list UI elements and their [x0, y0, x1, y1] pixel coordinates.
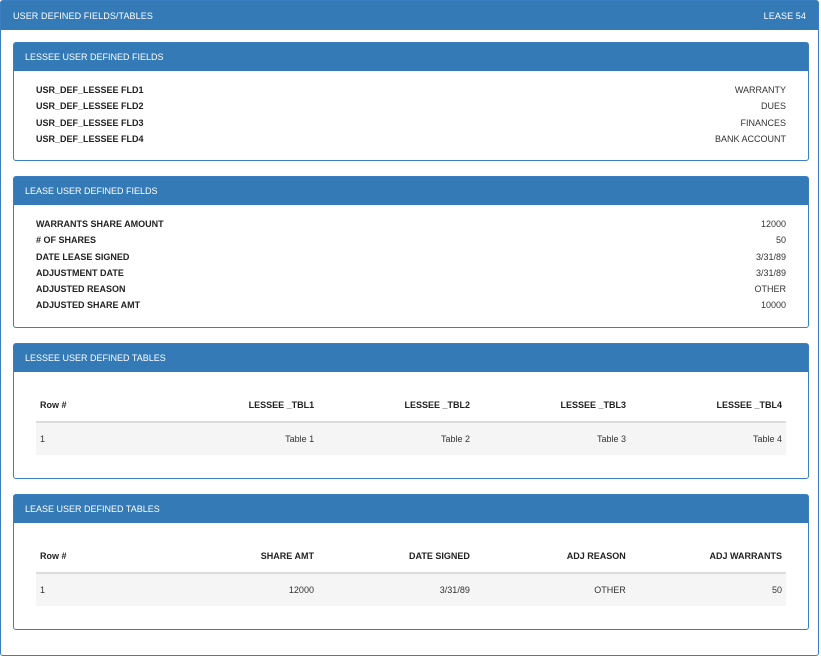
field-label: # OF SHARES: [36, 235, 97, 246]
column-header[interactable]: LESSEE _TBL1: [152, 389, 319, 423]
lease-tables-header: LEASE USER DEFINED TABLES: [14, 495, 808, 523]
field-row: # OF SHARES 50: [36, 232, 786, 248]
table-cell: 1: [36, 422, 153, 455]
field-label: ADJUSTED SHARE AMT: [36, 300, 141, 311]
lease-fields-header: LEASE USER DEFINED FIELDS: [14, 177, 808, 205]
column-header[interactable]: ADJ REASON: [473, 540, 630, 574]
column-header[interactable]: LESSEE _TBL2: [318, 389, 475, 423]
field-row: USR_DEF_LESSEE FLD2 DUES: [36, 98, 786, 114]
field-value: 12000: [760, 219, 786, 229]
table-cell: Table 3: [474, 422, 630, 455]
field-row: ADJUSTED REASON OTHER: [36, 281, 786, 297]
field-value: WARRANTY: [734, 85, 786, 95]
field-value: 3/31/89: [755, 267, 786, 278]
table-cell: 1: [36, 573, 153, 606]
field-value: FINANCES: [740, 117, 786, 128]
lessee-tables-header: LESSEE USER DEFINED TABLES: [14, 344, 808, 372]
field-value: 3/31/89: [755, 251, 786, 262]
field-row: USR_DEF_LESSEE FLD1 WARRANTY: [36, 82, 786, 98]
field-label: USR_DEF_LESSEE FLD4: [36, 133, 144, 144]
table-header-row: Row # SHARE AMT DATE SIGNED ADJ REASON A…: [36, 540, 786, 574]
table-cell: 3/31/89: [317, 573, 474, 606]
lease-fields-panel: LEASE USER DEFINED FIELDS WARRANTS SHARE…: [13, 176, 809, 328]
field-value: DUES: [760, 101, 786, 112]
field-label: USR_DEF_LESSEE FLD1: [36, 85, 144, 95]
field-label: ADJUSTED REASON: [36, 284, 126, 295]
field-label: USR_DEF_LESSEE FLD3: [36, 117, 144, 128]
field-value: OTHER: [754, 284, 787, 295]
table-cell: OTHER: [473, 573, 630, 606]
lessee-fields-list: USR_DEF_LESSEE FLD1 WARRANTY USR_DEF_LES…: [14, 71, 808, 147]
field-row: ADJUSTED SHARE AMT 10000: [36, 297, 786, 313]
field-row: ADJUSTMENT DATE 3/31/89: [36, 265, 786, 281]
column-header[interactable]: SHARE AMT: [152, 540, 318, 574]
window-header: USER DEFINED FIELDS/TABLES LEASE 54: [1, 1, 818, 30]
lease-tables-panel: LEASE USER DEFINED TABLES Row # SHARE AM…: [13, 494, 809, 630]
field-label: ADJUSTMENT DATE: [36, 267, 124, 278]
table-row[interactable]: 1 Table 1 Table 2 Table 3 Table 4: [36, 422, 786, 455]
lessee-fields-header: LESSEE USER DEFINED FIELDS: [14, 43, 808, 71]
field-label: DATE LEASE SIGNED: [36, 251, 130, 262]
table-cell: 50: [629, 573, 786, 606]
column-header[interactable]: DATE SIGNED: [317, 540, 474, 574]
field-label: WARRANTS SHARE AMOUNT: [36, 219, 164, 229]
table-cell: 12000: [152, 573, 318, 606]
user-defined-fields-window: USER DEFINED FIELDS/TABLES LEASE 54 LESS…: [0, 0, 819, 656]
table-row[interactable]: 1 12000 3/31/89 OTHER 50: [36, 573, 786, 606]
lessee-fields-panel: LESSEE USER DEFINED FIELDS USR_DEF_LESSE…: [13, 42, 809, 161]
lessee-tables-table: Row # LESSEE _TBL1 LESSEE _TBL2 LESSEE _…: [36, 389, 786, 455]
column-header[interactable]: LESSEE _TBL4: [630, 389, 786, 423]
field-value: BANK ACCOUNT: [714, 133, 786, 144]
lease-fields-list: WARRANTS SHARE AMOUNT 12000 # OF SHARES …: [14, 205, 808, 314]
field-row: USR_DEF_LESSEE FLD3 FINANCES: [36, 115, 786, 131]
field-row: USR_DEF_LESSEE FLD4 BANK ACCOUNT: [36, 131, 786, 147]
table-cell: Table 2: [318, 422, 475, 455]
lease-tables-table: Row # SHARE AMT DATE SIGNED ADJ REASON A…: [36, 540, 786, 606]
lessee-tables-panel: LESSEE USER DEFINED TABLES Row # LESSEE …: [13, 343, 809, 479]
window-title: USER DEFINED FIELDS/TABLES: [13, 10, 153, 21]
table-cell: Table 1: [152, 422, 319, 455]
lease-label: LEASE 54: [763, 10, 806, 21]
table-header-row: Row # LESSEE _TBL1 LESSEE _TBL2 LESSEE _…: [36, 389, 786, 423]
table-cell: Table 4: [630, 422, 786, 455]
field-value: 50: [775, 235, 786, 246]
field-label: USR_DEF_LESSEE FLD2: [36, 101, 144, 112]
column-header[interactable]: Row #: [36, 540, 153, 574]
field-row: WARRANTS SHARE AMOUNT 12000: [36, 216, 786, 232]
field-row: DATE LEASE SIGNED 3/31/89: [36, 249, 786, 265]
column-header[interactable]: ADJ WARRANTS: [629, 540, 786, 574]
field-value: 10000: [760, 300, 786, 311]
column-header[interactable]: LESSEE _TBL3: [474, 389, 630, 423]
column-header[interactable]: Row #: [36, 389, 153, 423]
